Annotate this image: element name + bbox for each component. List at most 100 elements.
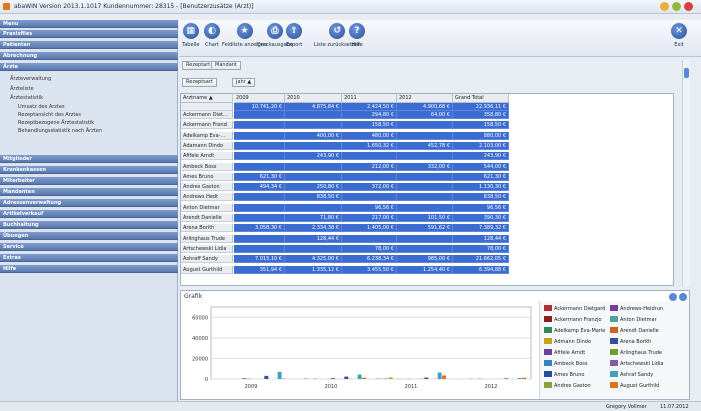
sidebar-section-10[interactable]: Artikelverkauf — [0, 210, 178, 218]
toolbar-icon-3: ⎙ — [266, 23, 283, 39]
grid-row-header[interactable]: Ambeck Boss — [181, 162, 233, 171]
grid-row-header[interactable]: Adamann Dindo — [181, 141, 233, 150]
toolbar-button-7[interactable]: ✕ Exit — [671, 23, 687, 48]
grid-column-header[interactable]: Grand Total — [453, 94, 509, 103]
grid-cell: 158,50 € — [453, 121, 509, 130]
grid-row-header[interactable]: Arlinghaus Trude — [181, 234, 233, 243]
grid-row-header[interactable]: Andrews Hedt — [181, 193, 233, 202]
grid-corner[interactable]: Arztname ▲ — [181, 94, 233, 103]
close-button[interactable] — [684, 2, 693, 11]
toolbar-label-7: Exit — [674, 42, 684, 48]
sidebar-section-8[interactable]: Mandanten — [0, 188, 178, 196]
grid-row-header[interactable]: Artschewski Lidia — [181, 244, 233, 253]
sidebar-section-6[interactable]: Krankenkassen — [0, 166, 178, 174]
toolbar-button-1[interactable]: ◐ Chart — [204, 23, 220, 48]
grid-row-header[interactable]: Arena Borith — [181, 224, 233, 233]
filter-tag-rezeptsart[interactable]: Rezeptsart — [182, 78, 217, 87]
grid-cell — [397, 152, 453, 161]
grid-column-header[interactable]: 2012 — [397, 94, 453, 103]
sidebar-item-5[interactable]: Rezeptbezogene Ärztestatistik — [18, 120, 94, 126]
grid-cell — [397, 193, 453, 202]
grid-row-header[interactable]: Ackermann Franzi — [181, 121, 233, 130]
grid-total-cell: 2.424,50 € — [342, 103, 397, 111]
collapse-chart-icon[interactable] — [669, 293, 677, 301]
sidebar-section-14[interactable]: Extras — [0, 254, 178, 262]
grid-total-cell: 22.936,11 € — [453, 103, 509, 111]
grid-row-header[interactable]: Ames Bruno — [181, 172, 233, 181]
sidebar-section-4[interactable]: Ärzte — [0, 63, 178, 71]
grid-row-header[interactable]: August Gurthild — [181, 265, 233, 274]
sidebar-section-9[interactable]: Adressenverwaltung — [0, 199, 178, 207]
grid-cell: 3.455,50 € — [342, 265, 397, 274]
bar — [362, 377, 367, 379]
grid-total-cell: 10.741,20 € — [234, 103, 285, 111]
sidebar-section-5[interactable]: Mitglieder — [0, 155, 178, 163]
grid-cell — [342, 152, 397, 161]
sidebar-section-1[interactable]: Praxisfiles — [0, 30, 178, 38]
grid-cell: 2.334,38 € — [285, 224, 342, 233]
bar — [504, 378, 509, 379]
grid-cell: 6.238,34 € — [342, 255, 397, 264]
minimize-button[interactable] — [660, 2, 669, 11]
sidebar-item-6[interactable]: Behandlungsstatistik nach Ärzten — [18, 128, 102, 134]
legend-swatch — [544, 316, 552, 322]
sidebar-item-2[interactable]: Ärztestatistik — [10, 95, 43, 101]
scroll-thumb[interactable] — [684, 68, 689, 78]
sidebar-section-15[interactable]: Hilfe — [0, 265, 178, 273]
grid-column-header[interactable]: 2011 — [342, 94, 397, 103]
sidebar-item-1[interactable]: Ärzteliste — [10, 86, 34, 92]
toolbar-button-4[interactable]: ⇪ Export — [286, 23, 302, 48]
maximize-button[interactable] — [672, 2, 681, 11]
grid-cell — [342, 193, 397, 202]
grid-cell — [285, 162, 342, 171]
close-chart-icon[interactable] — [679, 293, 687, 301]
grid-row-header[interactable]: Anton Dietmar — [181, 203, 233, 212]
filter-tag-mandant[interactable]: Mandant — [211, 61, 241, 70]
sidebar-item-0[interactable]: Ärzteverwaltung — [10, 76, 51, 82]
grid-cell: 243,90 € — [453, 152, 509, 161]
sidebar-section-3[interactable]: Abrechnung — [0, 52, 178, 60]
legend-label: Ackermann Franzjo — [554, 317, 602, 323]
toolbar-icon-1: ◐ — [204, 23, 220, 39]
app-icon — [3, 3, 10, 10]
sidebar-section-13[interactable]: Service — [0, 243, 178, 251]
grid-cell — [397, 172, 453, 181]
legend-item: Arlinghaus Trude — [610, 349, 662, 356]
legend-swatch — [544, 360, 552, 366]
grid-cell: 1.335,12 € — [285, 265, 342, 274]
sidebar-section-0[interactable]: Menu — [0, 20, 178, 28]
grid-column-header[interactable]: 2010 — [285, 94, 342, 103]
filter-tag-jahr[interactable]: Jahr ▲ — [232, 78, 256, 87]
grid-column-header[interactable]: 2009 — [234, 94, 285, 103]
legend-swatch — [610, 338, 618, 344]
toolbar-label-6: Hilfe — [351, 42, 363, 48]
sidebar-section-7[interactable]: Mitarbeiter — [0, 177, 178, 185]
x-tick-label: 2009 — [245, 384, 258, 390]
sidebar-item-4[interactable]: Rezeptansicht des Arztes — [18, 112, 81, 118]
grid-cell: 158,50 € — [342, 121, 397, 130]
grid-row-header[interactable]: Ackermann Diet… — [181, 111, 233, 119]
grid-row-header[interactable]: Arendt Danielle — [181, 214, 233, 222]
grid-cell: 358,80 € — [453, 111, 509, 119]
sidebar-item-3[interactable]: Umsatz des Arztes — [18, 104, 65, 110]
grid-row-header[interactable]: Adelkamp Eva-… — [181, 131, 233, 140]
y-tick-label: 0 — [205, 377, 208, 383]
bar — [344, 376, 349, 379]
toolbar-button-6[interactable]: ? Hilfe — [349, 23, 365, 48]
toolbar-icon-2: ★ — [236, 23, 253, 39]
toolbar-icon-5: ↺ — [329, 23, 346, 39]
vertical-scrollbar[interactable] — [682, 60, 690, 286]
x-tick-label: 2010 — [325, 384, 338, 390]
grid-cell: 494,34 € — [234, 183, 285, 192]
grid-row-header-total — [181, 103, 233, 111]
toolbar-button-0[interactable]: ▦ Tabelle — [182, 23, 199, 48]
grid-row-header[interactable]: Andres Gaston — [181, 183, 233, 192]
status-bar: Gregory Vollmer 11.07.2012 — [0, 401, 701, 411]
filter-tag-rezeptart[interactable]: Rezeptart — [182, 61, 215, 70]
sidebar-section-2[interactable]: Patienten — [0, 41, 178, 49]
legend-swatch — [544, 371, 552, 377]
sidebar-section-12[interactable]: Übungen — [0, 232, 178, 240]
grid-row-header[interactable]: Ashraff Sandy — [181, 255, 233, 264]
grid-row-header[interactable]: Afifele Arndt — [181, 152, 233, 161]
sidebar-section-11[interactable]: Buchhaltung — [0, 221, 178, 229]
